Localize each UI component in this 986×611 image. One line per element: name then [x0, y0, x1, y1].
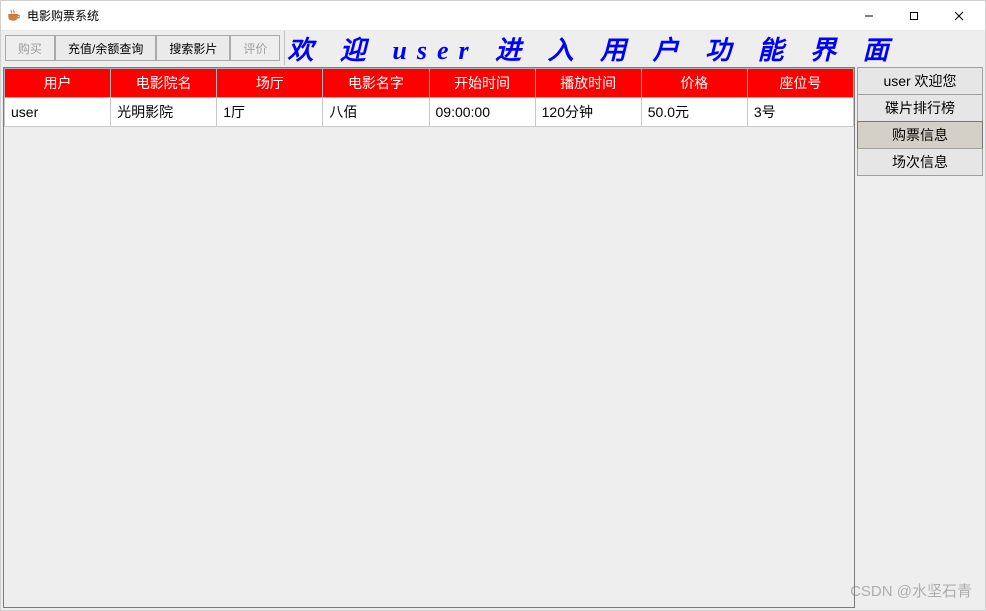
table-panel: 用户 电影院名 场厅 电影名字 开始时间 播放时间 价格 座位号 user	[3, 67, 855, 608]
table-header-row: 用户 电影院名 场厅 电影名字 开始时间 播放时间 价格 座位号	[5, 69, 854, 98]
sidebar-ranking[interactable]: 碟片排行榜	[857, 94, 983, 122]
cell-movie[interactable]: 八佰	[323, 98, 429, 127]
sidebar-welcome[interactable]: user 欢迎您	[857, 67, 983, 95]
review-button[interactable]: 评价	[230, 35, 280, 61]
col-start-time[interactable]: 开始时间	[429, 69, 535, 98]
col-price[interactable]: 价格	[641, 69, 747, 98]
col-user[interactable]: 用户	[5, 69, 111, 98]
toolbar-buttons: 购买 充值/余额查询 搜索影片 评价	[1, 31, 284, 65]
window-title: 电影购票系统	[27, 7, 99, 24]
cell-hall[interactable]: 1厅	[217, 98, 323, 127]
col-duration[interactable]: 播放时间	[535, 69, 641, 98]
col-seat[interactable]: 座位号	[747, 69, 853, 98]
welcome-banner: 欢 迎 user 进 入 用 户 功 能 界 面	[284, 31, 985, 65]
col-cinema[interactable]: 电影院名	[111, 69, 217, 98]
cell-seat[interactable]: 3号	[747, 98, 853, 127]
sidebar-ticket-info[interactable]: 购票信息	[857, 121, 983, 149]
buy-button[interactable]: 购买	[5, 35, 55, 61]
main-area: 用户 电影院名 场厅 电影名字 开始时间 播放时间 价格 座位号 user	[1, 65, 985, 610]
content-area: 购买 充值/余额查询 搜索影片 评价 欢 迎 user 进 入 用 户 功 能 …	[1, 31, 985, 610]
cell-start-time[interactable]: 09:00:00	[429, 98, 535, 127]
toolbar-row: 购买 充值/余额查询 搜索影片 评价 欢 迎 user 进 入 用 户 功 能 …	[1, 31, 985, 65]
cell-price[interactable]: 50.0元	[641, 98, 747, 127]
cell-cinema[interactable]: 光明影院	[111, 98, 217, 127]
cell-duration[interactable]: 120分钟	[535, 98, 641, 127]
close-button[interactable]	[936, 2, 981, 30]
titlebar: 电影购票系统	[1, 1, 985, 31]
ticket-table: 用户 电影院名 场厅 电影名字 开始时间 播放时间 价格 座位号 user	[4, 68, 854, 127]
search-movie-button[interactable]: 搜索影片	[156, 35, 230, 61]
minimize-button[interactable]	[846, 2, 891, 30]
app-window: 电影购票系统 购买 充值/余额查询 搜索影片 评价 欢 迎 user 进 入 用…	[0, 0, 986, 611]
table-row[interactable]: user 光明影院 1厅 八佰 09:00:00 120分钟 50.0元 3号	[5, 98, 854, 127]
sidebar-session-info[interactable]: 场次信息	[857, 148, 983, 176]
side-panel: user 欢迎您 碟片排行榜 购票信息 场次信息	[857, 67, 983, 608]
maximize-button[interactable]	[891, 2, 936, 30]
recharge-button[interactable]: 充值/余额查询	[55, 35, 156, 61]
cell-user[interactable]: user	[5, 98, 111, 127]
col-movie[interactable]: 电影名字	[323, 69, 429, 98]
col-hall[interactable]: 场厅	[217, 69, 323, 98]
java-cup-icon	[5, 8, 21, 24]
